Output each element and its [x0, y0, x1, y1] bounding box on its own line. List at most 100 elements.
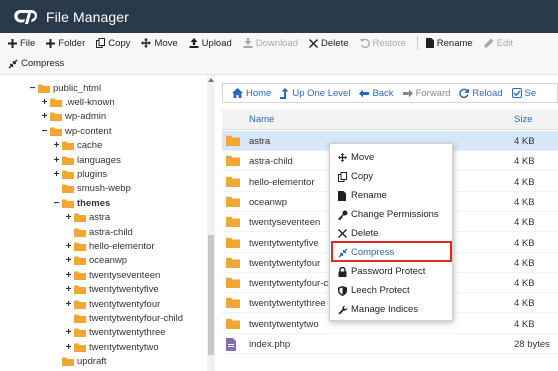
tree-item-label: public_html [53, 82, 102, 94]
compress-button[interactable]: Compress [8, 58, 64, 69]
tree-item-languages[interactable]: + languages [52, 153, 121, 167]
move-button[interactable]: Move [141, 38, 178, 49]
folder-icon [226, 176, 240, 187]
folder-icon [62, 184, 74, 194]
tree-item-hello-elementor[interactable]: + hello-elementor [64, 239, 155, 253]
folder-icon [74, 242, 86, 251]
expand-icon[interactable]: + [52, 140, 61, 151]
name-column-header[interactable]: Name [249, 114, 274, 125]
scrollbar-thumb[interactable] [208, 235, 214, 355]
context-password-protect[interactable]: Password Protect [330, 262, 454, 281]
tree-item-public-html[interactable]: − public_html [28, 81, 101, 95]
tree-item-plugins[interactable]: + plugins [52, 167, 108, 181]
expand-icon[interactable]: + [40, 97, 49, 108]
size-column-header[interactable]: Size [514, 114, 532, 125]
upload-button[interactable]: Upload [189, 38, 232, 49]
expand-icon[interactable]: + [64, 255, 73, 266]
folder-icon [74, 285, 86, 295]
tree-item-well-known[interactable]: + .well-known [40, 95, 115, 109]
home-button[interactable]: Home [232, 88, 271, 99]
context-rename-label: Rename [351, 190, 387, 201]
plus-icon [46, 38, 56, 48]
tree-item-twentyseventeen[interactable]: + twentyseventeen [64, 268, 161, 282]
upload-label: Upload [201, 37, 232, 49]
file-name: twentytwentyfive [249, 237, 319, 249]
folder-icon [74, 300, 86, 309]
download-button[interactable]: Download [243, 38, 298, 49]
expand-icon[interactable]: + [64, 342, 73, 353]
expand-icon[interactable]: + [64, 327, 73, 338]
context-delete-label: Delete [351, 228, 379, 239]
expand-icon[interactable]: + [52, 169, 61, 180]
reload-label: Reload [472, 87, 503, 99]
context-copy-label: Copy [351, 171, 374, 182]
tree-item-twentytwentyfive[interactable]: + twentytwentyfive [64, 283, 159, 297]
compress-icon [8, 59, 18, 69]
expand-icon[interactable]: + [64, 270, 73, 281]
scroll-up-arrow-icon[interactable] [208, 78, 214, 82]
undo-icon [359, 38, 370, 48]
tree-item-wp-admin[interactable]: + wp-admin [40, 110, 107, 124]
restore-button[interactable]: Restore [359, 38, 406, 49]
tree-item-twentytwentyfour-child[interactable]: twentytwentyfour-child [64, 311, 183, 325]
file-name: hello-elementor [249, 176, 315, 188]
key-icon [338, 210, 349, 220]
tree-item-label: astra [89, 212, 111, 224]
tree-item-updraft[interactable]: updraft [52, 355, 107, 369]
tree-item-astra[interactable]: + astra [64, 211, 111, 225]
edit-button[interactable]: Edit [484, 38, 513, 49]
select-all-button[interactable]: Se [511, 88, 536, 99]
tree-item-label: themes [77, 197, 111, 209]
forward-button[interactable]: Forward [402, 88, 450, 99]
tree-item-oceanwp[interactable]: + oceanwp [64, 254, 127, 268]
file-size: 4 KB [514, 136, 535, 147]
copy-button[interactable]: Copy [96, 38, 130, 49]
file-icon [338, 190, 349, 201]
expand-icon[interactable]: + [64, 212, 73, 223]
tree-item-themes[interactable]: − themes [52, 196, 111, 210]
new-folder-button[interactable]: Folder [46, 38, 85, 49]
pencil-icon [484, 38, 494, 48]
folder-icon [226, 318, 240, 329]
table-row[interactable]: index.php 28 bytes [222, 334, 558, 354]
context-move[interactable]: Move [330, 148, 454, 167]
context-copy[interactable]: Copy [330, 167, 454, 186]
collapse-icon[interactable]: − [28, 83, 37, 94]
tree-item-label: astra-child [89, 226, 133, 238]
context-manage-indices[interactable]: Manage Indices [330, 300, 454, 319]
delete-button[interactable]: Delete [309, 38, 349, 49]
rename-button[interactable]: Rename [425, 38, 473, 49]
context-change-permissions[interactable]: Change Permissions [330, 205, 454, 224]
file-name: astra [249, 136, 271, 147]
tree-scrollbar[interactable] [207, 75, 215, 371]
expand-icon[interactable]: + [64, 299, 73, 310]
tree-item-twentytwentythree[interactable]: + twentytwentythree [64, 326, 166, 340]
tree-item-astra-child[interactable]: astra-child [64, 225, 133, 239]
context-rename[interactable]: Rename [330, 186, 454, 205]
tree-item-cache[interactable]: + cache [52, 139, 103, 153]
tree-item-twentytwentytwo[interactable]: + twentytwentytwo [64, 340, 159, 354]
file-size: 4 KB [514, 318, 535, 330]
up-one-level-button[interactable]: Up One Level [280, 87, 350, 99]
expand-icon[interactable]: + [40, 111, 49, 122]
expand-icon[interactable]: + [64, 284, 73, 295]
expand-icon[interactable]: + [52, 155, 61, 166]
file-name: index.php [249, 339, 291, 350]
folder-icon [62, 156, 74, 165]
collapse-icon[interactable]: − [40, 126, 49, 137]
reload-button[interactable]: Reload [459, 87, 503, 99]
collapse-icon[interactable]: − [52, 198, 61, 209]
context-leech-protect[interactable]: Leech Protect [330, 281, 454, 300]
file-size: 4 KB [514, 156, 535, 168]
file-size: 4 KB [514, 298, 535, 310]
expand-icon[interactable]: + [64, 241, 73, 252]
folder-icon [62, 170, 74, 179]
file-size: 4 KB [514, 217, 535, 229]
level-up-icon [280, 87, 289, 99]
tree-item-wp-content[interactable]: − wp-content [40, 124, 112, 138]
tree-item-smush-webp[interactable]: smush-webp [52, 182, 131, 196]
tree-item-twentytwentyfour[interactable]: + twentytwentyfour [64, 297, 161, 311]
back-button[interactable]: Back [359, 88, 394, 99]
new-file-button[interactable]: File [8, 38, 35, 49]
file-size: 28 bytes [514, 339, 550, 350]
